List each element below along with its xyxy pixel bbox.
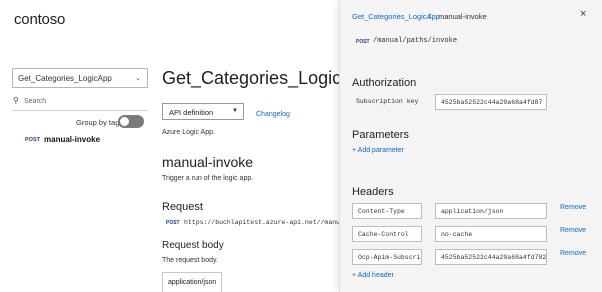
group-by-tag-toggle[interactable]: [118, 115, 144, 128]
remove-header-button[interactable]: Remove: [560, 250, 586, 257]
api-description: Azure Logic App.: [162, 129, 215, 136]
request-body-description: The request body.: [162, 257, 218, 264]
subscription-key-field[interactable]: 4525ba52522c44a29a68a4fd87: [435, 94, 547, 110]
authorization-heading: Authorization: [352, 77, 417, 89]
panel-verb: POST: [356, 39, 370, 45]
request-body-heading: Request body: [162, 240, 224, 251]
api-select[interactable]: Get_Categories_LogicApp ⌄: [12, 68, 148, 88]
search-placeholder: Search: [24, 98, 47, 105]
definition-select-value: API definition: [169, 108, 214, 117]
parameters-heading: Parameters: [352, 129, 409, 141]
operation-verb: POST: [25, 137, 40, 143]
breadcrumb-current: manual-invoke: [438, 12, 487, 21]
breadcrumb-separator: /: [429, 12, 432, 21]
request-heading: Request: [162, 201, 203, 213]
header-value-field[interactable]: application/json: [435, 203, 547, 219]
chevron-down-icon: ⌄: [135, 75, 141, 82]
search-icon: ⚲: [13, 96, 19, 105]
definition-select[interactable]: API definition ▼: [162, 103, 244, 120]
request-verb: POST: [166, 220, 180, 226]
caret-down-icon: ▼: [232, 108, 238, 114]
panel-path: /manual/paths/invoke: [373, 37, 458, 45]
request-url: https://buchlapitest.azure-api.net//manu…: [184, 219, 340, 226]
header-name-field[interactable]: Ocp-Apim-Subscription-Key: [352, 249, 422, 265]
headers-heading: Headers: [352, 186, 394, 198]
remove-header-button[interactable]: Remove: [560, 204, 586, 211]
add-parameter-link[interactable]: + Add parameter: [352, 147, 404, 154]
content-type-tab[interactable]: application/json: [162, 272, 222, 292]
header-name-field[interactable]: Cache-Control: [352, 226, 422, 242]
add-header-link[interactable]: + Add header: [352, 272, 394, 279]
contoso-logo[interactable]: contoso: [14, 11, 65, 28]
subscription-key-label: Subscription key: [356, 98, 419, 105]
header-name-field[interactable]: Content-Type: [352, 203, 422, 219]
operation-item-manual-invoke[interactable]: manual-invoke: [44, 135, 100, 144]
header-value-field[interactable]: no-cache: [435, 226, 547, 242]
api-select-value: Get_Categories_LogicApp: [18, 74, 112, 83]
operation-title: manual-invoke: [162, 154, 254, 170]
header-value-field[interactable]: 4525ba52522c44a29a68a4fd782e: [435, 249, 547, 265]
toggle-knob: [120, 117, 129, 126]
close-icon[interactable]: ×: [580, 8, 586, 20]
remove-header-button[interactable]: Remove: [560, 227, 586, 234]
search-input[interactable]: ⚲ Search: [12, 95, 148, 111]
group-by-tag-label: Group by tag: [76, 118, 120, 127]
operation-description: Trigger a run of the logic app.: [162, 175, 254, 182]
changelog-link[interactable]: Changelog: [256, 111, 290, 118]
breadcrumb-api-link[interactable]: Get_Categories_LogicApp: [352, 12, 440, 21]
